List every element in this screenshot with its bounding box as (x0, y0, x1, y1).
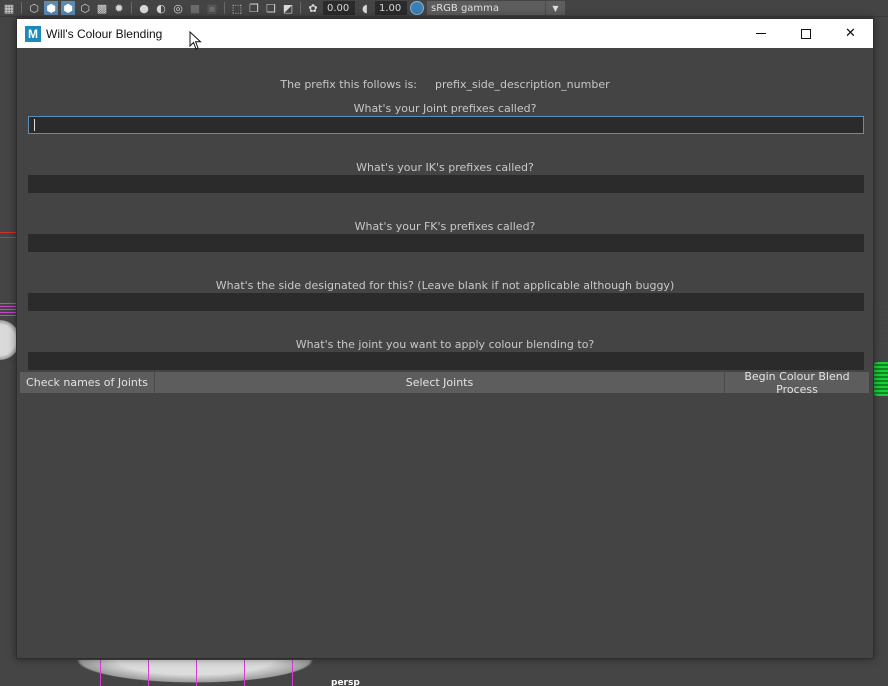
xray-icon[interactable]: ❐ (247, 1, 261, 15)
fk-prefix-question: What's your FK's prefixes called? (354, 220, 536, 233)
ambient-occlusion-icon[interactable]: ◐ (154, 1, 168, 15)
toolbar-separator (131, 2, 132, 14)
exposure-field[interactable]: 0.00 (323, 1, 355, 15)
maya-viewport-toolbar: ▦ ⬡ ⬢ ⬢ ⬡ ▩ ✹ ● ◐ ◎ ■ ▣ ⬚ ❐ ❏ ◩ ✿ 0.00 ◖… (0, 0, 888, 17)
action-button-row: Check names of Joints Select Joints Begi… (20, 370, 869, 396)
colour-blending-window: M Will's Colour Blending ✕ The prefix th… (16, 18, 874, 659)
wireframe-on-shaded-icon[interactable]: ⬢ (61, 1, 75, 15)
side-question: What's the side designated for this? (Le… (215, 279, 675, 292)
textured-cube-icon[interactable]: ⬡ (78, 1, 92, 15)
wireframe-cube-icon[interactable]: ⬡ (27, 1, 41, 15)
joint-input[interactable] (28, 352, 864, 370)
isolate-select-icon[interactable]: ⬚ (230, 1, 244, 15)
gamma-field[interactable]: 1.00 (375, 1, 407, 15)
viewport-curve-fragment (0, 232, 16, 238)
toolbar-separator (300, 2, 301, 14)
viewport-green-control-fragment (872, 362, 888, 396)
ik-prefix-input[interactable] (28, 175, 864, 193)
lights-icon[interactable]: ✹ (112, 1, 126, 15)
maya-app-icon: M (25, 25, 41, 42)
window-title: Will's Colour Blending (46, 26, 163, 41)
viewport-blue-control-fragment (872, 307, 888, 347)
depth-of-field-icon[interactable]: ▣ (205, 1, 219, 15)
side-input[interactable] (28, 293, 864, 311)
color-management-icon[interactable] (410, 1, 424, 15)
window-titlebar[interactable]: M Will's Colour Blending ✕ (17, 19, 873, 48)
smooth-shade-cube-icon[interactable]: ⬢ (44, 1, 58, 15)
close-icon: ✕ (845, 26, 856, 41)
anti-alias-icon[interactable]: ■ (188, 1, 202, 15)
fk-prefix-input[interactable] (28, 234, 864, 252)
gamma-icon[interactable]: ◖ (358, 1, 372, 15)
joint-prefix-question: What's your Joint prefixes called? (353, 102, 537, 115)
viewport-mesh-fragment (0, 317, 16, 363)
toolbar-separator (224, 2, 225, 14)
xray-joints-icon[interactable]: ◩ (281, 1, 295, 15)
exposure-icon[interactable]: ✿ (306, 1, 320, 15)
prefix-info-row: The prefix this follows is: prefix_side_… (17, 78, 873, 92)
joint-prefix-input[interactable] (28, 116, 864, 134)
close-button[interactable]: ✕ (828, 19, 873, 48)
grid-icon[interactable]: ▦ (2, 1, 16, 15)
window-controls: ✕ (738, 19, 873, 48)
motion-blur-icon[interactable]: ◎ (171, 1, 185, 15)
toolbar-separator (21, 2, 22, 14)
dialog-content: The prefix this follows is: prefix_side_… (17, 48, 873, 658)
minimize-icon (755, 33, 766, 34)
ik-prefix-question: What's your IK's prefixes called? (356, 161, 534, 174)
joint-question: What's the joint you want to apply colou… (295, 338, 595, 351)
select-joints-button[interactable]: Select Joints (155, 372, 725, 393)
text-caret (34, 119, 35, 131)
color-space-dropdown[interactable]: sRGB gamma ▼ (427, 1, 565, 15)
xray-active-components-icon[interactable]: ❏ (264, 1, 278, 15)
viewport-model-fragment (60, 660, 330, 686)
chevron-down-icon[interactable]: ▼ (545, 1, 565, 15)
check-joint-names-button[interactable]: Check names of Joints (20, 372, 155, 393)
camera-label: persp (331, 678, 360, 686)
maximize-button[interactable] (783, 19, 828, 48)
shadows-icon[interactable]: ● (137, 1, 151, 15)
checker-icon[interactable]: ▩ (95, 1, 109, 15)
maximize-icon (800, 28, 811, 39)
begin-colour-blend-button[interactable]: Begin Colour Blend Process (725, 370, 869, 396)
prefix-label: The prefix this follows is: (280, 78, 418, 91)
minimize-button[interactable] (738, 19, 783, 48)
color-space-value: sRGB gamma (431, 2, 500, 14)
prefix-format: prefix_side_description_number (435, 78, 610, 91)
